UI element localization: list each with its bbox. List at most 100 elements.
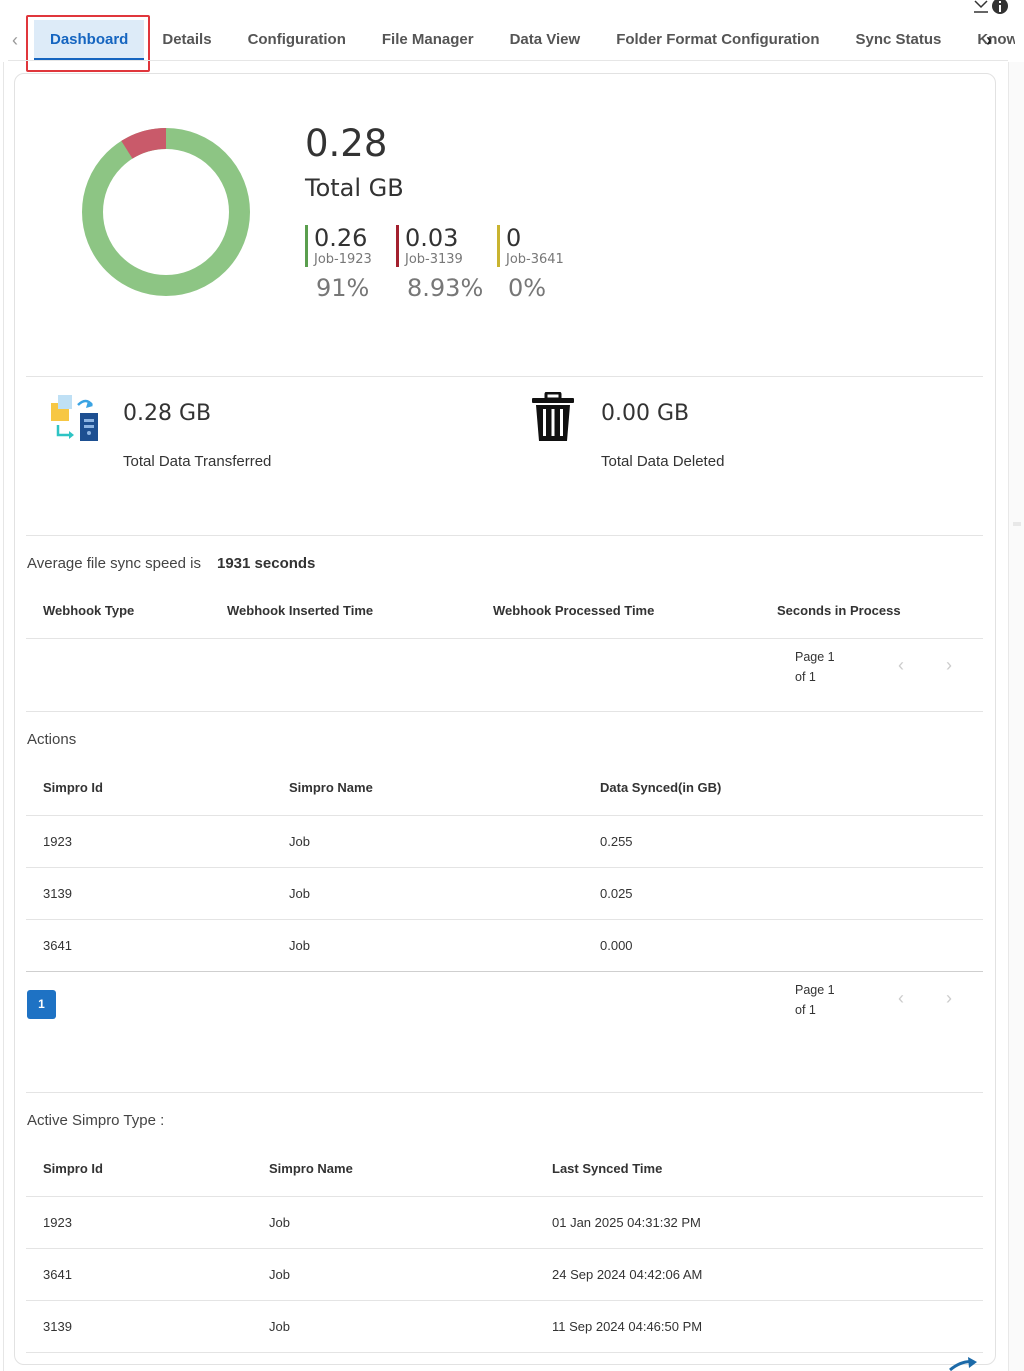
- actions-cell-synced: 0.000: [600, 938, 633, 953]
- table-row-divider: [26, 1352, 983, 1353]
- pager-of: of 1: [795, 670, 816, 684]
- actions-cell-id: 1923: [43, 834, 72, 849]
- table-row-divider: [26, 919, 983, 920]
- total-gb-value: 0.28: [305, 122, 388, 165]
- webhook-prev-page-icon[interactable]: ‹: [898, 655, 904, 676]
- legend-job-name: Job-3641: [506, 252, 564, 267]
- transferred-label: Total Data Transferred: [123, 453, 272, 470]
- tab-details[interactable]: Details: [144, 20, 229, 60]
- tab-sync-status[interactable]: Sync Status: [838, 20, 960, 60]
- actions-cell-id: 3641: [43, 938, 72, 953]
- active-cell-name: Job: [269, 1267, 290, 1282]
- download-icon[interactable]: [972, 0, 990, 14]
- actions-page-1-button[interactable]: 1: [27, 990, 56, 1019]
- pager-page: Page 1: [795, 983, 835, 997]
- tab-data-view[interactable]: Data View: [492, 20, 599, 60]
- active-cell-last-synced: 11 Sep 2024 04:46:50 PM: [552, 1319, 703, 1334]
- legend-job-name: Job-1923: [314, 252, 372, 267]
- top-toolbar: [972, 0, 1008, 14]
- legend-percent: 91%: [316, 274, 370, 302]
- legend-item-job-3139: 0.03 Job-3139 8.93%: [396, 224, 483, 302]
- table-row-divider: [26, 1300, 983, 1301]
- tab-file-manager[interactable]: File Manager: [364, 20, 492, 60]
- legend-percent: 0%: [508, 274, 547, 302]
- table-row-divider: [26, 1248, 983, 1249]
- divider: [26, 535, 983, 536]
- sync-speed-value: 1931 seconds: [217, 555, 316, 572]
- legend-value: 0.26: [314, 224, 368, 252]
- actions-next-page-icon[interactable]: ›: [946, 988, 952, 1009]
- active-simpro-type-title: Active Simpro Type :: [27, 1112, 165, 1129]
- donut-slice-job-1923: [82, 128, 250, 296]
- sync-speed-label: Average file sync speed is: [27, 555, 201, 572]
- total-gb-label: Total GB: [305, 174, 404, 202]
- tab-dashboard[interactable]: Dashboard: [34, 20, 145, 60]
- storage-donut-chart: [82, 128, 250, 296]
- divider: [26, 1092, 983, 1093]
- actions-cell-synced: 0.255: [600, 834, 633, 849]
- active-cell-name: Job: [269, 1215, 290, 1230]
- active-cell-last-synced: 24 Sep 2024 04:42:06 AM: [552, 1267, 703, 1282]
- col-header-webhook-processed-time[interactable]: Webhook Processed Time: [493, 603, 654, 618]
- divider: [26, 711, 983, 712]
- actions-cell-id: 3139: [43, 886, 72, 901]
- col-header-simpro-id[interactable]: Simpro Id: [43, 780, 103, 795]
- col-header-simpro-id[interactable]: Simpro Id: [43, 1161, 103, 1176]
- actions-pager-info: Page 1 of 1: [795, 980, 835, 1020]
- active-cell-id: 3139: [43, 1319, 72, 1334]
- col-header-last-synced-time[interactable]: Last Synced Time: [552, 1161, 662, 1176]
- donut-slice-job-3139: [121, 128, 167, 159]
- scroll-top-arrow-icon[interactable]: [948, 1356, 978, 1371]
- sync-speed: Average file sync speed is 1931 seconds: [27, 555, 315, 572]
- col-header-simpro-name[interactable]: Simpro Name: [269, 1161, 353, 1176]
- table-divider: [26, 815, 983, 816]
- table-divider: [26, 1196, 983, 1197]
- tab-divider: [8, 60, 1008, 61]
- tabs-scroll-left-icon[interactable]: ‹: [12, 30, 18, 51]
- tab-configuration[interactable]: Configuration: [230, 20, 364, 60]
- legend-job-name: Job-3139: [405, 252, 463, 267]
- legend-color-bar: [396, 225, 399, 267]
- info-icon[interactable]: [992, 0, 1008, 14]
- pager-of: of 1: [795, 1003, 816, 1017]
- tabs-scroll-right-icon[interactable]: ›: [986, 30, 992, 51]
- table-row-divider: [26, 971, 983, 972]
- data-transfer-icon: [51, 395, 98, 441]
- legend-item-job-1923: 0.26 Job-1923 91%: [305, 224, 372, 302]
- deleted-label: Total Data Deleted: [601, 453, 725, 470]
- col-header-simpro-name[interactable]: Simpro Name: [289, 780, 373, 795]
- col-header-seconds-in-process[interactable]: Seconds in Process: [777, 603, 901, 618]
- active-cell-name: Job: [269, 1319, 290, 1334]
- legend-color-bar: [497, 225, 500, 267]
- actions-cell-name: Job: [289, 834, 310, 849]
- pager-page: Page 1: [795, 650, 835, 664]
- divider: [26, 376, 983, 377]
- actions-cell-name: Job: [289, 938, 310, 953]
- active-cell-last-synced: 01 Jan 2025 04:31:32 PM: [552, 1215, 701, 1230]
- vertical-scrollbar[interactable]: [1008, 62, 1024, 1371]
- col-header-webhook-inserted-time[interactable]: Webhook Inserted Time: [227, 603, 373, 618]
- legend-percent: 8.93%: [407, 274, 484, 302]
- legend-item-job-3641: 0 Job-3641 0%: [497, 224, 564, 302]
- webhook-pager-info: Page 1 of 1: [795, 647, 835, 687]
- scrollbar-thumb[interactable]: [1013, 522, 1021, 526]
- active-cell-id: 1923: [43, 1215, 72, 1230]
- col-header-data-synced[interactable]: Data Synced(in GB): [600, 780, 721, 795]
- table-divider: [26, 638, 983, 639]
- webhook-next-page-icon[interactable]: ›: [946, 655, 952, 676]
- deleted-value: 0.00 GB: [601, 401, 690, 426]
- legend-value: 0: [506, 224, 522, 252]
- tabs: Dashboard Details Configuration File Man…: [34, 20, 1015, 60]
- legend-color-bar: [305, 225, 308, 267]
- active-cell-id: 3641: [43, 1267, 72, 1282]
- legend-value: 0.03: [405, 224, 459, 252]
- table-row-divider: [26, 867, 983, 868]
- actions-prev-page-icon[interactable]: ‹: [898, 988, 904, 1009]
- transferred-value: 0.28 GB: [123, 401, 212, 426]
- tab-bar: ‹ Dashboard Details Configuration File M…: [0, 0, 1024, 72]
- tab-folder-format-configuration[interactable]: Folder Format Configuration: [598, 20, 837, 60]
- actions-cell-name: Job: [289, 886, 310, 901]
- actions-cell-synced: 0.025: [600, 886, 633, 901]
- col-header-webhook-type[interactable]: Webhook Type: [43, 603, 134, 618]
- trash-icon: [532, 392, 574, 441]
